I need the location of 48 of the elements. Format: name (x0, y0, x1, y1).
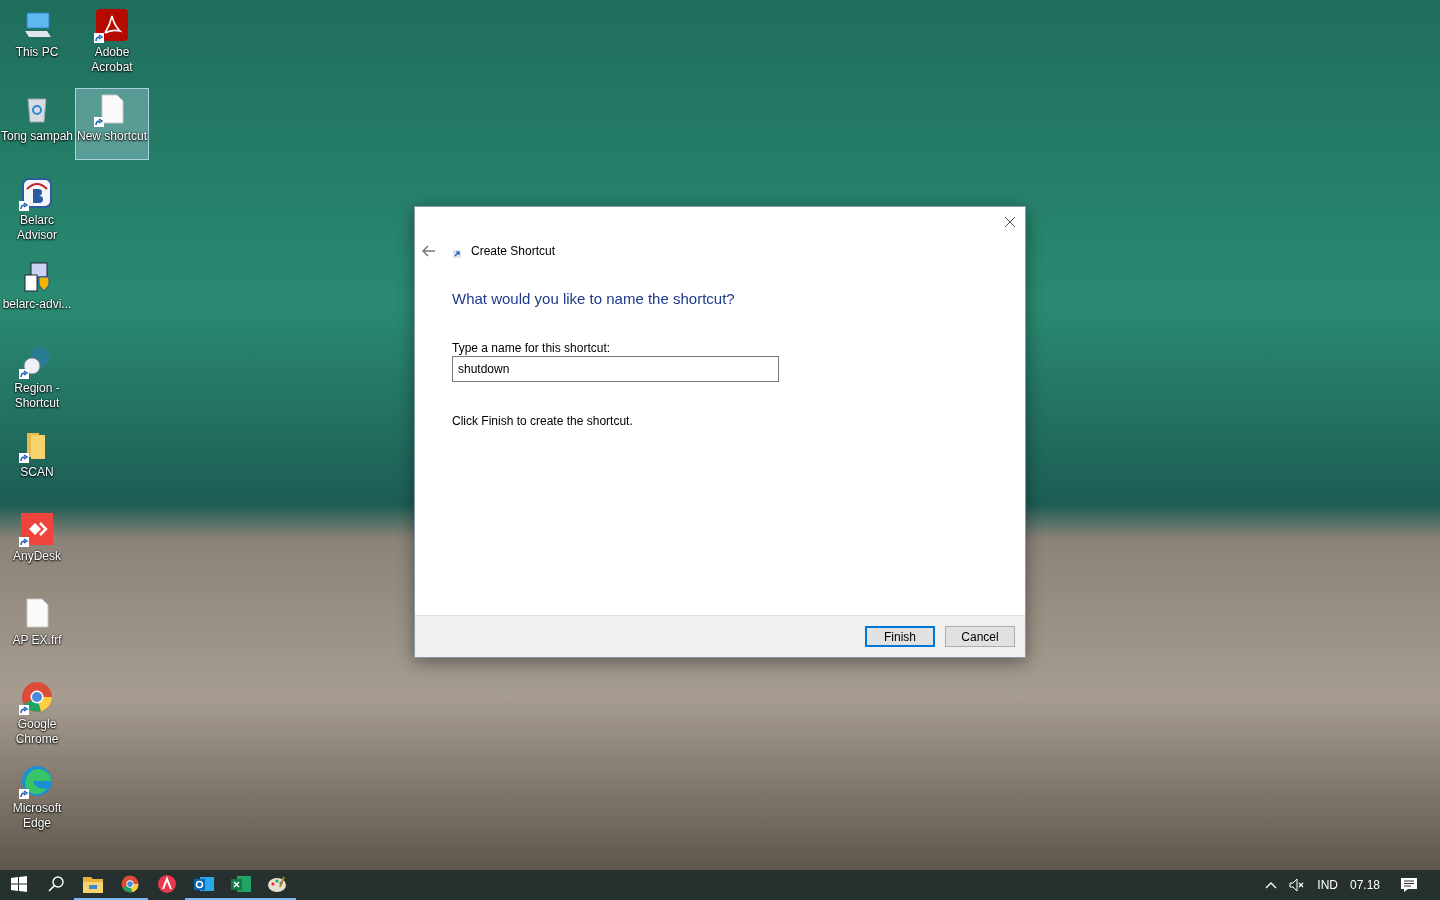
wizard-heading: What would you like to name the shortcut? (452, 290, 736, 307)
icon-label: belarc-advi... (1, 297, 73, 312)
edge-icon (21, 765, 53, 797)
desktop-icon[interactable]: Region - Shortcut (0, 340, 74, 412)
desktop-icon[interactable]: Google Chrome (0, 676, 74, 748)
anydesk-icon (21, 513, 53, 545)
speaker-muted-icon[interactable] (1289, 878, 1306, 892)
field-label: Type a name for this shortcut: (452, 341, 612, 355)
pdf-icon (96, 9, 128, 41)
icon-label: New shortcut (76, 129, 148, 144)
input-field[interactable]: shutdown (452, 356, 779, 382)
back-arrow-icon[interactable] (422, 245, 436, 257)
icon-label: AnyDesk (12, 549, 62, 564)
installer-icon (21, 261, 53, 293)
desktop-icon[interactable]: SCAN (0, 424, 74, 496)
desktop-icon[interactable]: Adobe Acrobat (75, 4, 149, 76)
chrome-icon (21, 681, 53, 713)
letter-b-icon (21, 177, 53, 209)
icon-label: AP EX.frf (11, 633, 63, 648)
icon-label: Adobe Acrobat (90, 45, 134, 75)
globe-clock-icon (21, 345, 53, 377)
clock[interactable]: 07.18 (1349, 878, 1380, 892)
icon-label: Tong sampah (0, 129, 74, 144)
shortcut-arrow-icon (453, 250, 461, 258)
desktop-icon[interactable]: AP EX.frf (0, 592, 74, 664)
desktop-icon[interactable]: Tong sampah (0, 88, 74, 160)
chevron-up-icon[interactable] (1265, 881, 1278, 889)
icon-label: Google Chrome (14, 717, 60, 747)
icon-label: Microsoft Edge (11, 801, 63, 831)
language-indicator[interactable]: IND (1317, 878, 1338, 892)
icon-label: This PC (14, 45, 60, 60)
icon-label: Belarc Advisor (16, 213, 58, 243)
icon-label: Region - Shortcut (13, 381, 61, 411)
search-icon (47, 876, 64, 892)
desktop-icon[interactable]: This PC (0, 4, 74, 76)
close-icon[interactable] (1003, 215, 1017, 229)
desktop-icon[interactable]: New shortcut (75, 88, 149, 160)
desktop-icon[interactable]: AnyDesk (0, 508, 74, 580)
notifications-icon[interactable] (1400, 877, 1418, 893)
desktop-icon[interactable]: Belarc Advisor (0, 172, 74, 244)
instruction-text: Click Finish to create the shortcut. (452, 414, 634, 428)
default-button[interactable]: Finish (865, 626, 935, 647)
desktop-icon[interactable]: belarc-advi... (0, 256, 74, 328)
windows-logo-icon (10, 876, 27, 892)
dialog-button[interactable]: Cancel (945, 626, 1015, 647)
desktop-icon[interactable]: Microsoft Edge (0, 760, 74, 832)
window-title: Create Shortcut (471, 244, 556, 258)
icon-label: SCAN (19, 465, 55, 480)
